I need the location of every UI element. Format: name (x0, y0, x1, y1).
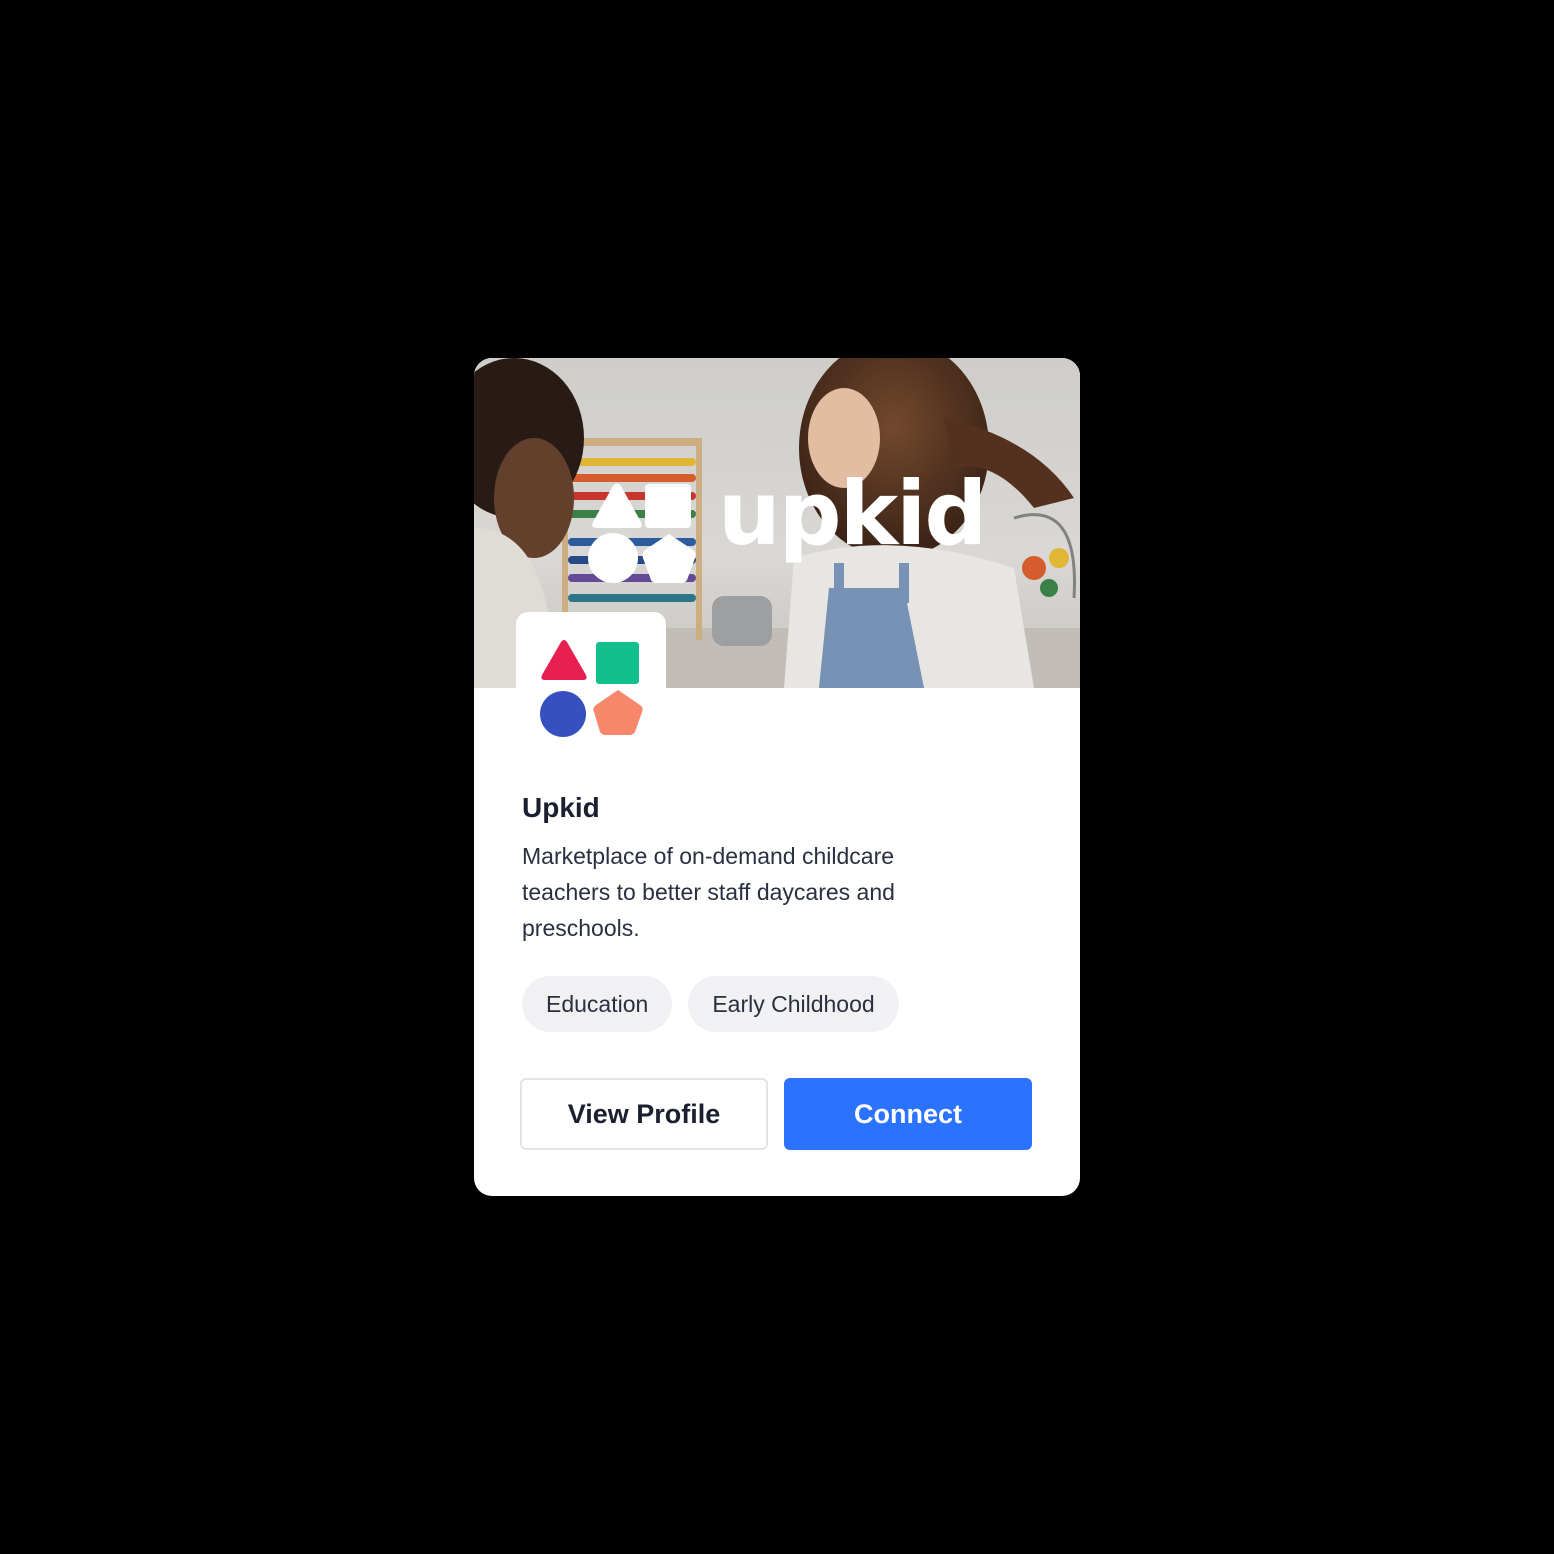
action-buttons: View Profile Connect (520, 1078, 1032, 1150)
company-description: Marketplace of on-demand childcare teach… (522, 843, 895, 941)
company-card: upkid Upkid Marketplace of on-demand chi… (474, 358, 1080, 1196)
tag-list: Education Early Childhood (522, 976, 899, 1032)
tag-early-childhood[interactable]: Early Childhood (688, 976, 899, 1032)
connect-button[interactable]: Connect (784, 1078, 1032, 1150)
tag-education[interactable]: Education (522, 976, 673, 1032)
banner-logo-wordmark: upkid (718, 462, 987, 565)
view-profile-button[interactable]: View Profile (520, 1078, 768, 1150)
company-info: Upkid Marketplace of on-demand childcare… (522, 788, 1042, 946)
banner-logo-icon (587, 482, 697, 584)
upkid-logo-icon (540, 640, 643, 737)
company-avatar (516, 612, 666, 750)
company-name: Upkid (522, 792, 600, 823)
